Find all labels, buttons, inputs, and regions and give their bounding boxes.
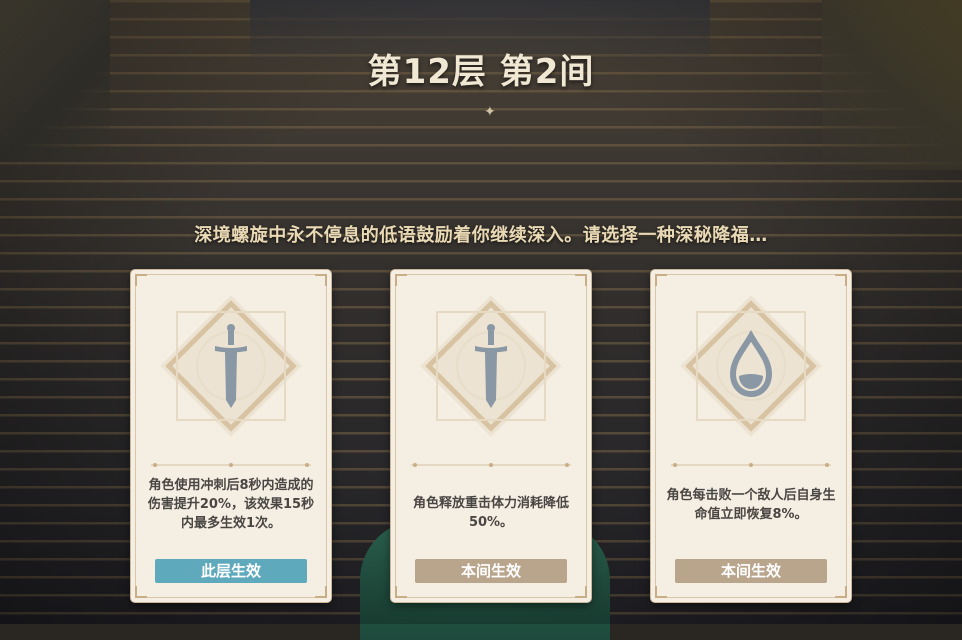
- corner-ornament: [655, 274, 667, 286]
- corner-ornament: [575, 586, 587, 598]
- blessing-card-2[interactable]: 角色释放重击体力消耗降低50%。 本间生效: [391, 270, 591, 602]
- water-drop-icon: [680, 295, 822, 437]
- divider-ornament: [411, 463, 571, 467]
- floor-chamber-title: 第12层 第2间: [367, 52, 595, 92]
- corner-ornament: [395, 274, 407, 286]
- sword-icon: [160, 295, 302, 437]
- effect-scope-button[interactable]: 本间生效: [675, 559, 827, 583]
- blessing-prompt: 深境螺旋中永不停息的低语鼓励着你继续深入。请选择一种深秘降福…: [194, 225, 768, 246]
- blessing-description: 角色每击败一个敌人后自身生命值立即恢复8%。: [666, 488, 836, 522]
- corner-ornament: [395, 586, 407, 598]
- corner-ornament: [655, 586, 667, 598]
- corner-ornament: [135, 586, 147, 598]
- effect-scope-button[interactable]: 本间生效: [415, 559, 567, 583]
- divider-ornament: [671, 463, 831, 467]
- corner-ornament: [315, 274, 327, 286]
- corner-ornament: [835, 586, 847, 598]
- corner-ornament: [315, 586, 327, 598]
- sword-icon: [420, 295, 562, 437]
- blessing-description: 角色释放重击体力消耗降低50%。: [412, 496, 569, 530]
- blessing-description: 角色使用冲刺后8秒内造成的伤害提升20%，该效果15秒内最多生效1次。: [147, 478, 315, 531]
- sparkle-icon: ✦: [484, 104, 496, 120]
- blessing-card-3[interactable]: 角色每击败一个敌人后自身生命值立即恢复8%。 本间生效: [651, 270, 851, 602]
- effect-scope-button[interactable]: 此层生效: [155, 559, 307, 583]
- divider-ornament: [151, 463, 311, 467]
- corner-ornament: [835, 274, 847, 286]
- corner-ornament: [575, 274, 587, 286]
- corner-ornament: [135, 274, 147, 286]
- blessing-card-1[interactable]: 角色使用冲刺后8秒内造成的伤害提升20%，该效果15秒内最多生效1次。 此层生效: [131, 270, 331, 602]
